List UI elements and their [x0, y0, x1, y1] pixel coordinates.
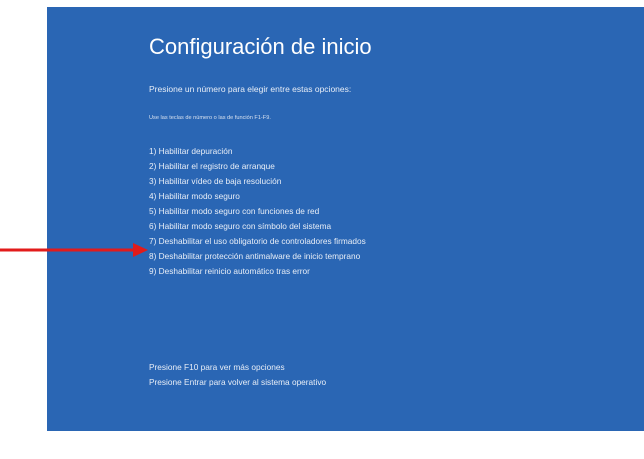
option-disable-auto-restart[interactable]: 9) Deshabilitar reinicio automático tras…	[149, 264, 366, 279]
startup-settings-screen: Configuración de inicio Presione un núme…	[47, 7, 644, 431]
option-enable-low-resolution-video[interactable]: 3) Habilitar vídeo de baja resolución	[149, 174, 366, 189]
option-disable-early-launch-antimalware[interactable]: 8) Deshabilitar protección antimalware d…	[149, 249, 366, 264]
page-title: Configuración de inicio	[149, 34, 372, 59]
option-disable-driver-signature-enforcement[interactable]: 7) Deshabilitar el uso obligatorio de co…	[149, 234, 366, 249]
page: Configuración de inicio Presione un núme…	[0, 0, 644, 459]
option-safe-mode-command-prompt[interactable]: 6) Habilitar modo seguro con símbolo del…	[149, 219, 366, 234]
return-to-os-hint[interactable]: Presione Entrar para volver al sistema o…	[149, 375, 326, 390]
startup-options-list: 1) Habilitar depuración 2) Habilitar el …	[149, 144, 366, 279]
key-hint-text: Use las teclas de número o las de funció…	[149, 115, 271, 121]
option-enable-safe-mode[interactable]: 4) Habilitar modo seguro	[149, 189, 366, 204]
footer-instructions: Presione F10 para ver más opciones Presi…	[149, 360, 326, 390]
more-options-hint[interactable]: Presione F10 para ver más opciones	[149, 360, 326, 375]
option-safe-mode-networking[interactable]: 5) Habilitar modo seguro con funciones d…	[149, 204, 366, 219]
option-enable-boot-logging[interactable]: 2) Habilitar el registro de arranque	[149, 159, 366, 174]
instructions-text: Presione un número para elegir entre est…	[149, 84, 352, 94]
option-enable-debugging[interactable]: 1) Habilitar depuración	[149, 144, 366, 159]
